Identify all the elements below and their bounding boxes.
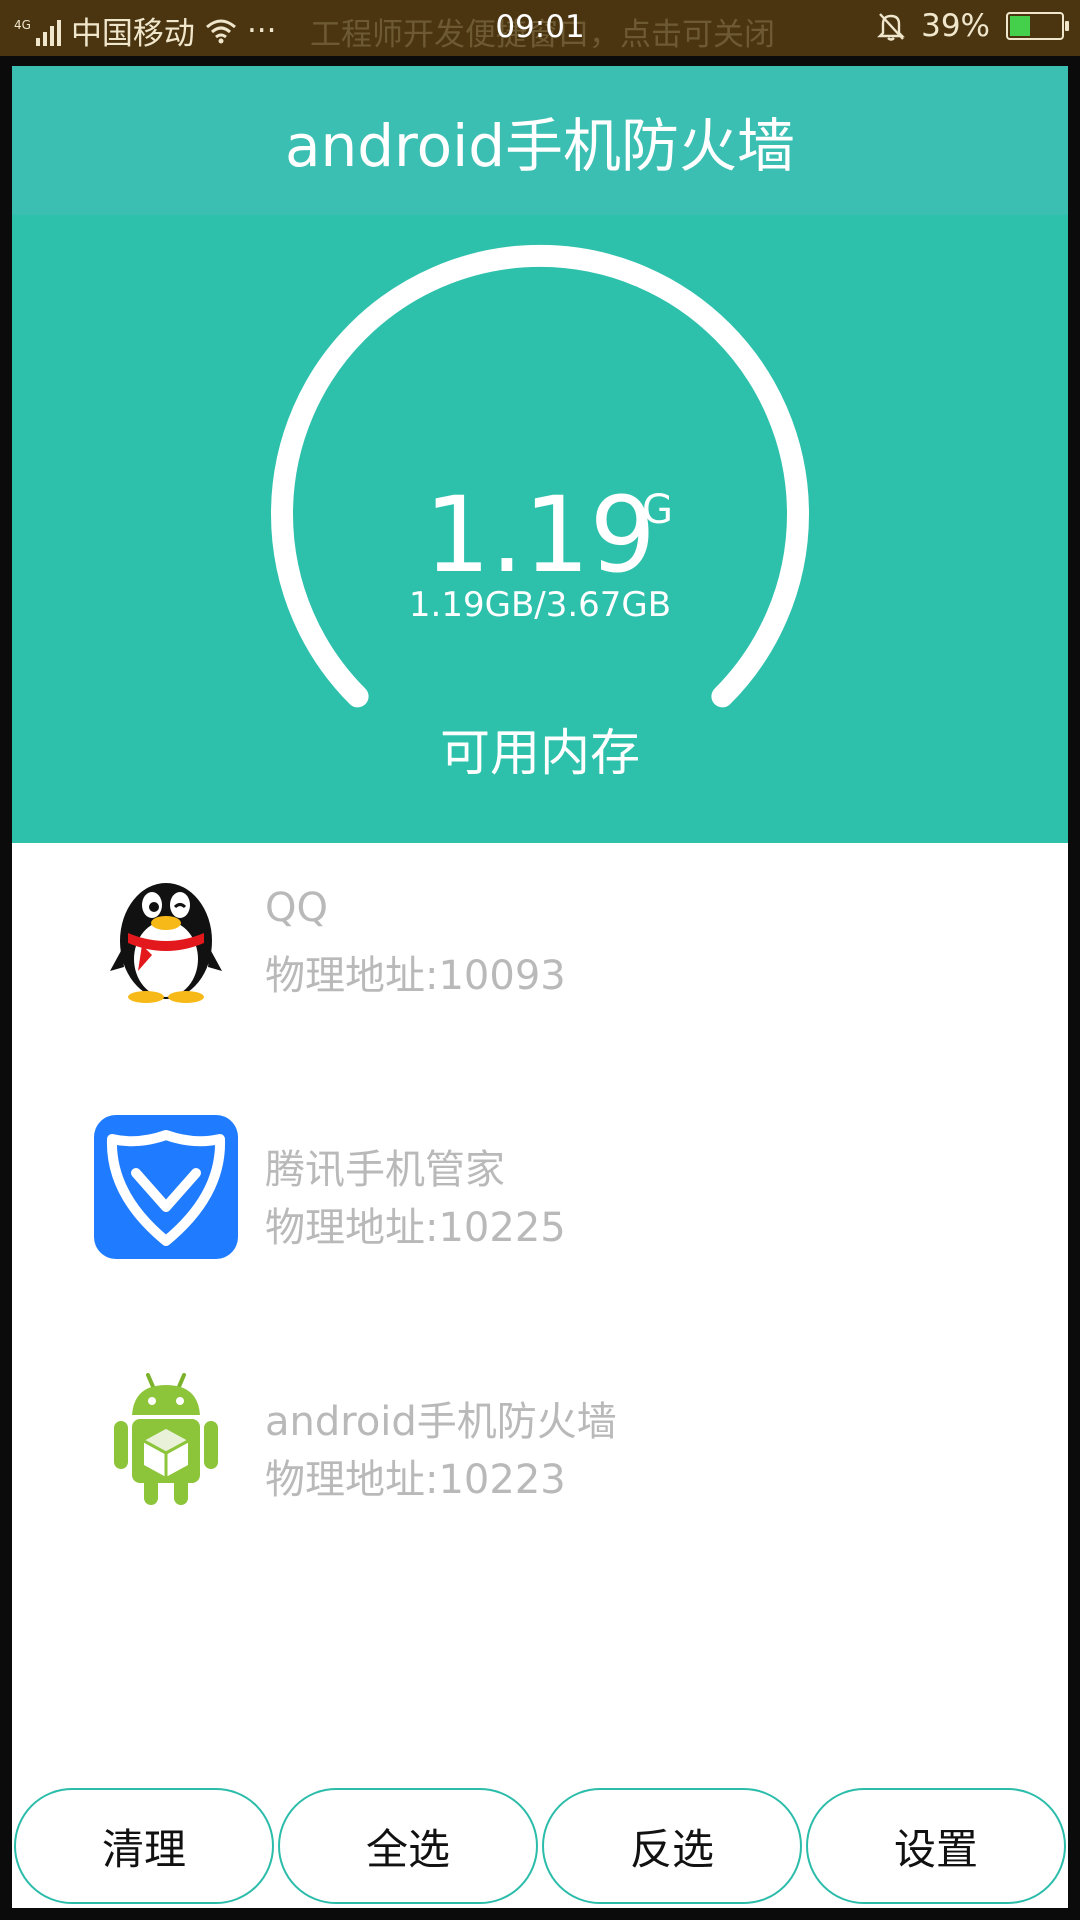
memory-value: 1.19	[424, 474, 656, 596]
select-all-button[interactable]: 全选	[278, 1788, 538, 1904]
tencent-manager-icon	[94, 1115, 238, 1259]
invert-selection-button[interactable]: 反选	[542, 1788, 802, 1904]
page-title: android手机防火墙	[284, 111, 796, 180]
app-address: 物理地址:10225	[265, 1205, 566, 1251]
app-name: android手机防火墙	[265, 1399, 617, 1445]
clean-button[interactable]: 清理	[14, 1788, 274, 1904]
app-window: android手机防火墙 1.19 G 1.19GB/3.67GB 可用内存 Q…	[12, 66, 1068, 1908]
mute-bell-icon	[877, 13, 905, 41]
settings-button[interactable]: 设置	[806, 1788, 1066, 1904]
app-header: android手机防火墙	[12, 66, 1068, 215]
app-address: 物理地址:10223	[265, 1457, 566, 1503]
battery-percent: 39%	[921, 8, 990, 44]
memory-unit: G	[642, 487, 673, 533]
battery-icon	[1006, 12, 1069, 40]
list-item[interactable]: 腾讯手机管家 物理地址:10225	[12, 1095, 1068, 1347]
action-bar: 清理 全选 反选 设置	[12, 1788, 1068, 1908]
memory-label: 可用内存	[440, 724, 640, 782]
battery-fill	[1010, 16, 1030, 36]
app-name: 腾讯手机管家	[265, 1147, 505, 1193]
memory-panel: 1.19 G 1.19GB/3.67GB 可用内存	[12, 215, 1068, 843]
memory-detail: 1.19GB/3.67GB	[408, 585, 672, 625]
qq-penguin-icon	[110, 883, 222, 1003]
app-list: QQ 物理地址:10093 腾讯手机管家 物理地址:10225 android手…	[12, 843, 1068, 1599]
list-item[interactable]: android手机防火墙 物理地址:10223	[12, 1347, 1068, 1599]
status-bar: 4G 中国移动 ··· 工程师开发便捷窗口，点击可关闭 09:01 39%	[0, 0, 1080, 56]
list-item[interactable]: QQ 物理地址:10093	[12, 843, 1068, 1095]
android-robot-icon	[114, 1373, 218, 1505]
status-right: 39%	[877, 8, 1069, 44]
app-name: QQ	[265, 885, 328, 931]
app-address: 物理地址:10093	[265, 953, 566, 999]
